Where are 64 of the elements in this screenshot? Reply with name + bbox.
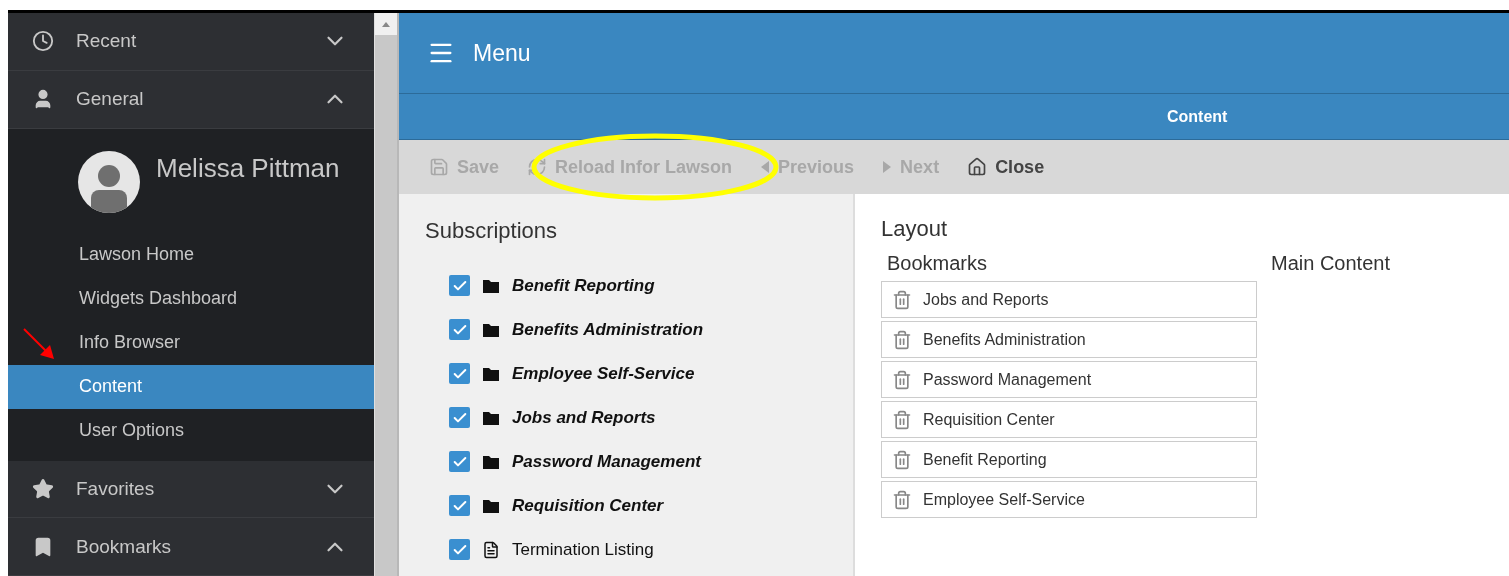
- star-icon: [32, 477, 54, 500]
- subscription-label: Benefits Administration: [512, 319, 704, 340]
- folder-icon: [482, 321, 500, 338]
- panel-title: Subscriptions: [425, 218, 559, 244]
- header-title: Menu: [473, 39, 531, 67]
- section-label: General: [76, 88, 145, 111]
- subscription-label: Jobs and Reports: [512, 407, 656, 428]
- bookmark-item[interactable]: Requisition Center: [881, 401, 1257, 438]
- sidebar-section-header[interactable]: Bookmarks: [8, 518, 374, 576]
- folder-icon: [482, 365, 500, 382]
- column-title: Main Content: [1270, 252, 1390, 275]
- sidebar-item[interactable]: Info Browser: [8, 320, 374, 365]
- toolbar-button[interactable]: Close: [967, 156, 1045, 178]
- sidebar-item[interactable]: User Options: [8, 408, 374, 453]
- subscription-label: Termination Listing: [512, 539, 654, 560]
- sidebar-section-header[interactable]: General: [8, 70, 374, 129]
- checkbox[interactable]: [449, 319, 470, 340]
- refresh-icon: [527, 157, 548, 177]
- sidebar-item[interactable]: Widgets Dashboard: [8, 276, 374, 321]
- bookmark-item[interactable]: Employee Self-Service: [881, 481, 1257, 518]
- bookmark-item[interactable]: Benefit Reporting: [881, 441, 1257, 478]
- subscription-label: Employee Self-Service: [512, 363, 695, 384]
- bookmark-item[interactable]: Password Management: [881, 361, 1257, 398]
- subscription-label: Benefit Reporting: [512, 275, 655, 296]
- folder-icon: [482, 277, 500, 294]
- column-title: Bookmarks: [886, 252, 989, 275]
- clock-icon: [32, 30, 54, 53]
- user-name: Melissa Pittman: [156, 151, 340, 185]
- document-icon: [482, 540, 500, 559]
- checkbox[interactable]: [449, 495, 470, 516]
- checkbox[interactable]: [449, 275, 470, 296]
- left-triangle-icon: [760, 160, 771, 174]
- sidebar-section-header[interactable]: Recent: [8, 13, 374, 71]
- bookmark-item[interactable]: Benefits Administration: [881, 321, 1257, 358]
- subscription-label: Password Management: [512, 451, 701, 472]
- trash-icon[interactable]: [892, 369, 912, 390]
- checkbox[interactable]: [449, 451, 470, 472]
- home-icon: [967, 157, 988, 177]
- arrow-icon: [22, 327, 56, 361]
- bookmark-item[interactable]: Jobs and Reports: [881, 281, 1257, 318]
- sidebar-item[interactable]: Lawson Home: [8, 232, 374, 277]
- section-label: Favorites: [76, 477, 156, 500]
- section-label: Bookmarks: [76, 535, 173, 558]
- save-icon: [429, 157, 449, 177]
- scroll-up-icon[interactable]: [382, 21, 390, 27]
- folder-icon: [482, 409, 500, 426]
- folder-icon: [482, 497, 500, 514]
- folder-icon: [482, 453, 500, 470]
- sidebar-section-header[interactable]: Favorites: [8, 460, 374, 519]
- page-title: Content: [1167, 107, 1228, 126]
- checkbox[interactable]: [449, 539, 470, 560]
- trash-icon[interactable]: [892, 289, 912, 310]
- right-triangle-icon: [882, 160, 893, 174]
- scrollbar[interactable]: [374, 13, 397, 576]
- checkbox[interactable]: [449, 363, 470, 384]
- panel-title: Layout: [881, 216, 949, 242]
- trash-icon[interactable]: [892, 329, 912, 350]
- subscription-label: Requisition Center: [512, 495, 664, 516]
- trash-icon[interactable]: [892, 489, 912, 510]
- trash-icon[interactable]: [892, 409, 912, 430]
- section-label: Recent: [76, 30, 138, 53]
- checkbox[interactable]: [449, 407, 470, 428]
- sidebar-item[interactable]: Content: [8, 364, 374, 409]
- trash-icon[interactable]: [892, 449, 912, 470]
